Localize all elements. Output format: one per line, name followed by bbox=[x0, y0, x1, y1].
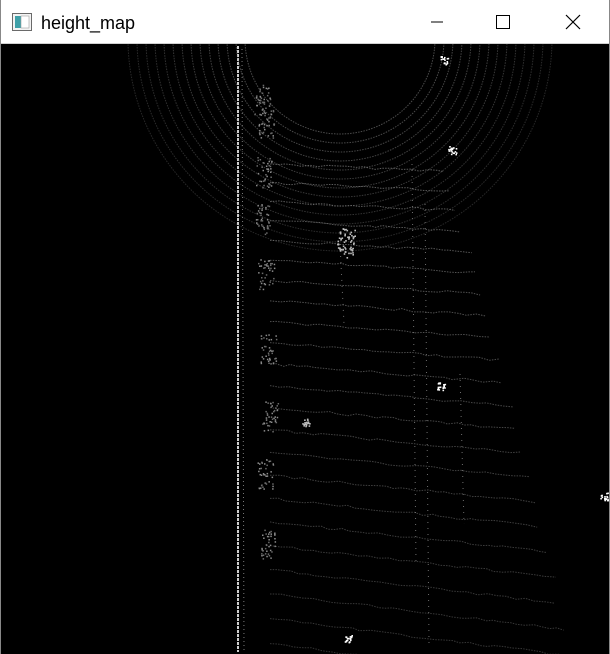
minimize-button[interactable] bbox=[414, 0, 460, 44]
close-button[interactable] bbox=[550, 0, 596, 44]
window-border-left bbox=[0, 0, 1, 654]
minimize-icon bbox=[430, 15, 444, 29]
maximize-icon bbox=[495, 14, 511, 30]
height-map-window: height_map bbox=[0, 0, 610, 654]
title-bar[interactable]: height_map bbox=[0, 0, 610, 44]
window-title: height_map bbox=[41, 13, 136, 33]
height-map-canvas[interactable] bbox=[0, 44, 610, 654]
maximize-button[interactable] bbox=[480, 0, 526, 44]
height-map-image bbox=[0, 44, 610, 654]
window-app-icon[interactable] bbox=[12, 13, 32, 31]
close-icon bbox=[565, 14, 581, 30]
